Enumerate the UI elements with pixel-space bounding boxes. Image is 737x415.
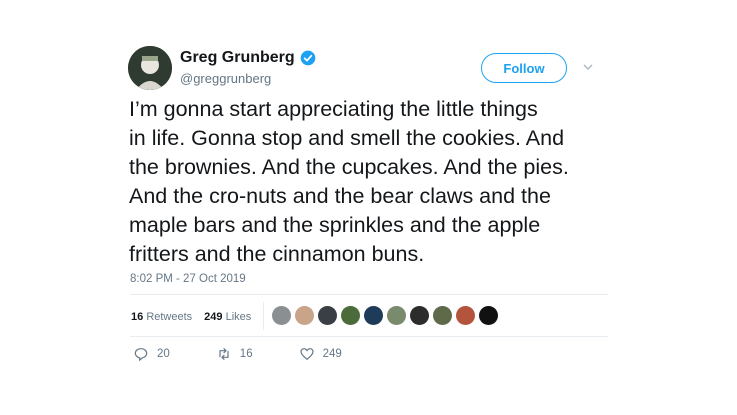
liker-avatar[interactable] bbox=[479, 306, 498, 325]
author-handle[interactable]: @greggrunberg bbox=[180, 71, 271, 86]
likes-stat[interactable]: 249 Likes bbox=[204, 311, 251, 323]
divider bbox=[130, 336, 608, 337]
retweet-icon bbox=[219, 348, 229, 360]
liker-avatar[interactable] bbox=[410, 306, 429, 325]
tweet-card: Greg Grunberg @greggrunberg Follow I’m g… bbox=[0, 0, 737, 415]
verified-badge-icon bbox=[300, 50, 316, 66]
liker-avatar[interactable] bbox=[387, 306, 406, 325]
liker-avatar[interactable] bbox=[433, 306, 452, 325]
liker-avatar[interactable] bbox=[341, 306, 360, 325]
like-button[interactable]: 249 bbox=[299, 346, 342, 362]
tweet-text: I’m gonna start appreciating the little … bbox=[129, 97, 569, 266]
tweet-timestamp[interactable]: 8:02 PM - 27 Oct 2019 bbox=[130, 273, 246, 285]
avatar[interactable] bbox=[128, 46, 172, 90]
chevron-down-icon[interactable] bbox=[582, 62, 594, 72]
follow-button[interactable]: Follow bbox=[481, 53, 567, 83]
likes-count: 249 bbox=[204, 311, 223, 323]
likers-avatars bbox=[272, 306, 498, 325]
author-name-row: Greg Grunberg bbox=[180, 49, 316, 67]
liker-avatar[interactable] bbox=[295, 306, 314, 325]
like-count: 249 bbox=[322, 348, 342, 360]
retweet-count: 16 bbox=[239, 348, 253, 360]
reply-icon bbox=[134, 348, 148, 362]
retweets-label: Retweets bbox=[146, 311, 193, 323]
tweet-stats: 16 Retweets 249 Likes bbox=[131, 311, 251, 323]
retweets-count: 16 bbox=[131, 311, 144, 323]
liker-avatar[interactable] bbox=[272, 306, 291, 325]
avatar-image bbox=[128, 46, 172, 90]
liker-avatar[interactable] bbox=[456, 306, 475, 325]
divider bbox=[130, 294, 608, 295]
likes-label: Likes bbox=[225, 311, 252, 323]
retweets-stat[interactable]: 16 Retweets bbox=[131, 311, 192, 323]
reply-button[interactable]: 20 bbox=[133, 346, 170, 362]
author-display-name[interactable]: Greg Grunberg bbox=[180, 49, 295, 67]
liker-avatar[interactable] bbox=[318, 306, 337, 325]
liker-avatar[interactable] bbox=[364, 306, 383, 325]
heart-icon bbox=[299, 348, 314, 361]
stats-separator bbox=[263, 302, 264, 330]
retweet-button[interactable]: 16 bbox=[216, 346, 253, 362]
reply-count: 20 bbox=[157, 348, 170, 360]
tweet-actions: 20 16 249 bbox=[133, 346, 388, 362]
